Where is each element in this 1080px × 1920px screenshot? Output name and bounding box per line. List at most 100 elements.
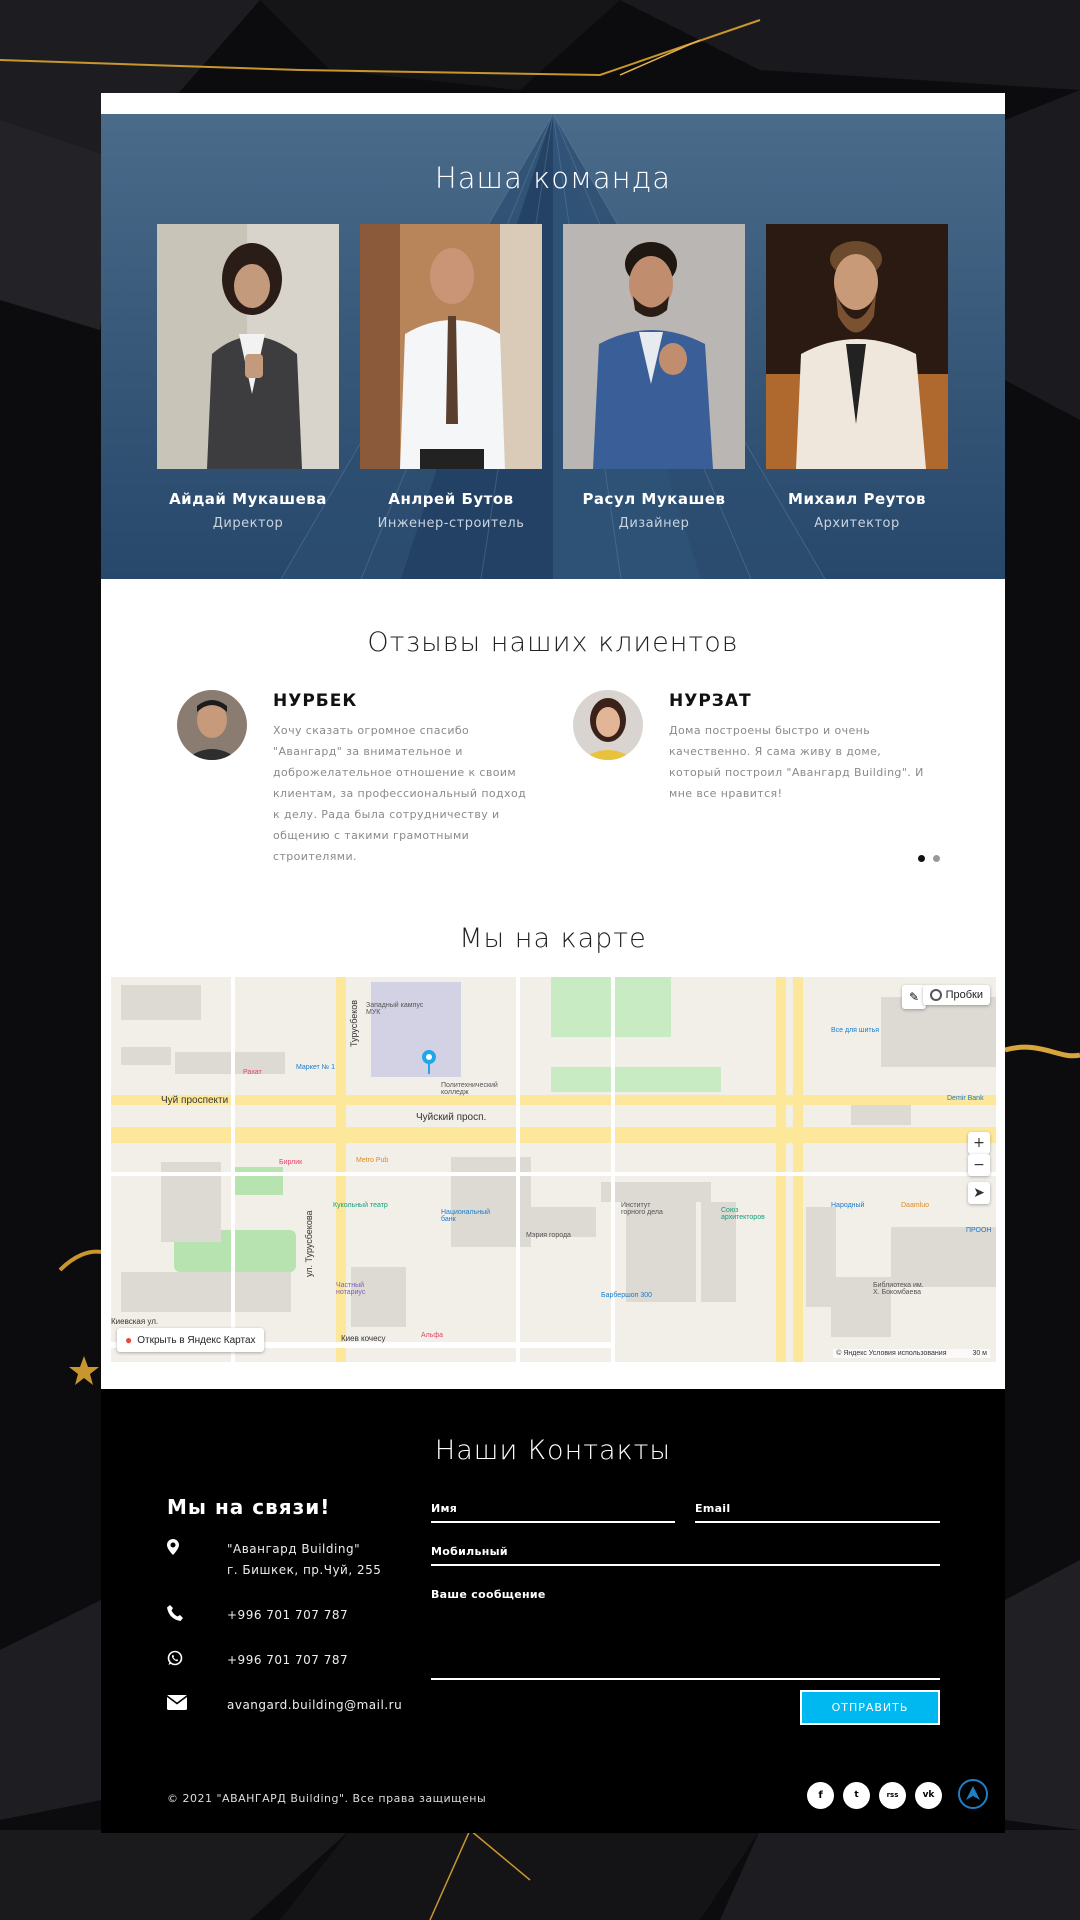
traffic-icon xyxy=(929,989,942,1001)
mobile-field[interactable]: Мобильный xyxy=(431,1545,940,1566)
avatar xyxy=(573,690,643,760)
pagination-dot-2[interactable] xyxy=(933,855,940,862)
review-text: Дома построены быстро и очень качественн… xyxy=(669,724,924,800)
map-poi-label: Народный xyxy=(831,1202,865,1209)
contact-phone: +996 701 707 787 xyxy=(167,1605,348,1626)
map-section: Мы на карте Чуй проспекти Чуйский просп.… xyxy=(101,919,1005,1362)
message-field[interactable]: Ваше сообщение xyxy=(431,1588,940,1680)
map-poi-label: Библиотека им. Х. Бокомбаева xyxy=(873,1282,924,1296)
review-author: НУРБЕК xyxy=(273,691,358,711)
reviews-title: Отзывы наших клиентов xyxy=(367,627,739,658)
street-label: Чуй проспекти xyxy=(161,1095,229,1106)
map-poi-label: Все для шитья xyxy=(831,1027,880,1034)
email-address[interactable]: avangard.building@mail.ru xyxy=(227,1695,402,1716)
contact-address: "Авангард Building" г. Бишкек, пр.Чуй, 2… xyxy=(167,1539,381,1581)
submit-button[interactable]: ОТПРАВИТЬ xyxy=(800,1690,940,1725)
zoom-out-button[interactable]: − xyxy=(968,1154,990,1176)
team-title: Наша команда xyxy=(434,161,672,195)
map-canvas xyxy=(111,977,996,1362)
review-card: НУРЗАТ Дома построены быстро и очень кач… xyxy=(573,690,931,804)
contacts-subtitle: Мы на связи! xyxy=(167,1495,331,1519)
map-poi-label: Metro Pub xyxy=(356,1157,389,1164)
vk-icon[interactable]: vk xyxy=(915,1782,942,1809)
contacts-title: Наши Контакты xyxy=(434,1435,672,1466)
map-poi-label: Национальный банк xyxy=(441,1209,491,1223)
traffic-label: Пробки xyxy=(945,989,983,1001)
facebook-icon[interactable]: f xyxy=(807,1782,834,1809)
member-photo xyxy=(563,224,745,469)
map-poi-label: Demir Bank xyxy=(947,1095,984,1102)
map-poi-label: Альфа xyxy=(421,1332,444,1339)
scroll-to-top-button[interactable] xyxy=(958,1779,988,1809)
yandex-map[interactable]: Чуй проспекти Чуйский просп. ул. Турусбе… xyxy=(111,977,996,1362)
address-line-1: "Авангард Building" xyxy=(227,1542,361,1556)
map-poi-label: Daamluo xyxy=(901,1202,930,1209)
member-name: Михаил Реутов xyxy=(788,490,926,508)
reviews-section: Отзывы наших клиентов НУРБЕК Хочу сказат… xyxy=(101,579,1005,919)
member-photo xyxy=(157,224,339,469)
social-links: f t rss vk xyxy=(807,1782,942,1809)
member-photo xyxy=(360,224,542,469)
street-label: Киевская ул. xyxy=(111,1317,159,1326)
member-name: Айдай Мукашева xyxy=(169,490,327,508)
team-member: Айдай Мукашева Директор xyxy=(157,224,339,531)
team-member: Расул Мукашев Дизайнер xyxy=(563,224,745,531)
map-poi-label: ПРООН xyxy=(966,1227,992,1234)
email-field[interactable]: Email xyxy=(695,1502,940,1523)
street-label: ул. Турусбекова xyxy=(304,1210,314,1277)
map-scale: 30 м xyxy=(972,1350,987,1357)
address-line-2: г. Бишкек, пр.Чуй, 255 xyxy=(227,1563,382,1577)
map-poi-label: Институт горного дела xyxy=(621,1202,663,1216)
zoom-in-button[interactable]: + xyxy=(968,1132,990,1154)
member-photo xyxy=(766,224,948,469)
map-poi-label: Западный кампус МУК xyxy=(366,1002,424,1016)
twitter-icon[interactable]: t xyxy=(843,1782,870,1809)
team-member: Анлрей Бутов Инженер-строитель xyxy=(360,224,542,531)
pagination-dot-1[interactable] xyxy=(918,855,925,862)
member-name: Расул Мукашев xyxy=(582,490,726,508)
avatar xyxy=(177,690,247,760)
map-copyright: © Яндекс Условия использования 30 м xyxy=(833,1349,990,1358)
contact-whatsapp: +996 701 707 787 xyxy=(167,1650,348,1671)
open-in-yandex-button[interactable]: ● Открыть в Яндекс Картах xyxy=(117,1328,264,1352)
review-author: НУРЗАТ xyxy=(669,691,752,711)
team-member: Михаил Реутов Архитектор xyxy=(766,224,948,531)
member-role: Архитектор xyxy=(814,516,900,531)
map-poi-label: Бирлик xyxy=(279,1159,303,1166)
member-role: Инженер-строитель xyxy=(377,516,525,531)
location-pin-icon xyxy=(167,1539,227,1581)
map-poi-label: Частный нотариус xyxy=(336,1282,366,1296)
map-poi-label: Рахат xyxy=(243,1069,262,1076)
map-copyright-text: © Яндекс Условия использования xyxy=(836,1350,947,1357)
traffic-button[interactable]: Пробки xyxy=(922,985,990,1005)
geolocation-icon[interactable]: ➤ xyxy=(968,1182,990,1204)
member-role: Директор xyxy=(212,516,284,531)
map-poi-label: Маркет № 1 xyxy=(296,1064,335,1071)
top-bar xyxy=(101,93,1005,114)
reviews-pagination xyxy=(918,855,940,862)
map-poi-label: Мэрия города xyxy=(526,1232,571,1239)
contact-email: avangard.building@mail.ru xyxy=(166,1695,402,1716)
street-label: Турусбеков xyxy=(349,999,359,1047)
street-label: Киев кочесу xyxy=(341,1334,386,1343)
team-members: Айдай Мукашева Директор Анлрей Бутов Инж… xyxy=(101,224,1005,531)
map-pin-icon: ● xyxy=(125,1333,133,1347)
open-in-yandex-label: Открыть в Яндекс Картах xyxy=(137,1334,256,1346)
whatsapp-icon xyxy=(167,1650,227,1671)
contacts-section: Наши Контакты Мы на связи! "Авангард Bui… xyxy=(101,1389,1005,1833)
phone-number[interactable]: +996 701 707 787 xyxy=(227,1605,348,1626)
arrow-up-icon xyxy=(966,1786,980,1800)
review-card: НУРБЕК Хочу сказать огромное спасибо "Ав… xyxy=(177,690,535,867)
map-poi-label: Кукольный театр xyxy=(333,1202,388,1209)
street-label: Чуйский просп. xyxy=(416,1112,487,1123)
phone-icon xyxy=(167,1605,227,1626)
map-title: Мы на карте xyxy=(459,923,647,954)
rss-icon[interactable]: rss xyxy=(879,1782,906,1809)
map-poi-label: Союз архитекторов xyxy=(721,1207,765,1221)
map-poi-label: Политехнический колледж xyxy=(441,1082,498,1096)
page-container: Наша команда Айдай Мукашева Директор Анл… xyxy=(101,93,1005,1833)
whatsapp-number[interactable]: +996 701 707 787 xyxy=(227,1650,348,1671)
copyright-text: © 2021 "АВАНГАРД Building". Все права за… xyxy=(167,1792,487,1805)
team-section: Наша команда Айдай Мукашева Директор Анл… xyxy=(101,114,1005,579)
name-field[interactable]: Имя xyxy=(431,1502,675,1523)
